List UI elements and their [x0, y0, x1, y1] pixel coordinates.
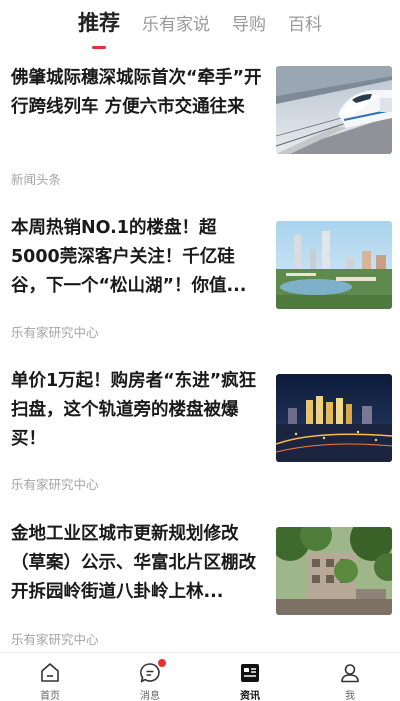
high-speed-train-photo	[276, 66, 392, 154]
message-icon	[138, 659, 166, 685]
article-card[interactable]: 本周热销NO.1的楼盘！超5000莞深客户关注！千亿硅谷，下一个“松山湖”！你值…	[0, 206, 400, 356]
nav-messages-label: 消息	[140, 691, 160, 701]
profile-icon	[338, 661, 362, 685]
nav-profile-label: 我	[345, 691, 355, 701]
nav-news[interactable]: 资讯	[200, 653, 300, 701]
old-building-trees-photo	[276, 527, 392, 615]
night-city-skyline-photo	[276, 374, 392, 462]
bottom-navigation: 首页 消息 资讯 我	[0, 652, 400, 701]
unread-badge	[158, 659, 166, 667]
news-icon	[238, 661, 262, 685]
article-source: 乐有家研究中心	[11, 632, 99, 647]
article-card[interactable]: 金地工业区城市更新规划修改（草案）公示、华富北片区棚改开拆园岭街道八卦岭上林..…	[0, 512, 400, 650]
tab-leyoujia-says[interactable]: 乐有家说	[142, 10, 210, 35]
tab-shopping-guide-label: 导购	[232, 15, 266, 35]
home-icon	[38, 661, 62, 685]
tab-encyclopedia-label: 百科	[288, 15, 322, 35]
nav-messages[interactable]: 消息	[100, 653, 200, 701]
nav-news-label: 资讯	[240, 691, 260, 701]
article-source: 新闻头条	[11, 172, 62, 187]
nav-home-label: 首页	[40, 691, 60, 701]
tab-encyclopedia[interactable]: 百科	[288, 10, 322, 35]
article-title: 佛肇城际穗深城际首次“牵手”开行跨线列车 方便六市交通往来	[11, 68, 262, 117]
nav-profile[interactable]: 我	[300, 653, 400, 701]
active-tab-indicator	[92, 46, 106, 49]
top-tab-bar: 推荐 乐有家说 导购 百科	[0, 0, 400, 52]
article-card[interactable]: 单价1万起！购房者“东进”疯狂扫盘，这个轨道旁的楼盘被爆买！ 乐有家研究中心	[0, 359, 400, 509]
article-title: 单价1万起！购房者“东进”疯狂扫盘，这个轨道旁的楼盘被爆买！	[11, 371, 257, 449]
tab-shopping-guide[interactable]: 导购	[232, 10, 266, 35]
nav-home[interactable]: 首页	[0, 653, 100, 701]
article-source: 乐有家研究中心	[11, 477, 99, 492]
article-title: 本周热销NO.1的楼盘！超5000莞深客户关注！千亿硅谷，下一个“松山湖”！你值…	[11, 218, 247, 296]
article-card[interactable]: 佛肇城际穗深城际首次“牵手”开行跨线列车 方便六市交通往来 新闻头条	[0, 56, 400, 206]
city-skyline-aerial-photo	[276, 221, 392, 309]
news-feed: 佛肇城际穗深城际首次“牵手”开行跨线列车 方便六市交通往来 新闻头条 本周热销N…	[0, 56, 400, 650]
article-source: 乐有家研究中心	[11, 325, 99, 340]
article-title: 金地工业区城市更新规划修改（草案）公示、华富北片区棚改开拆园岭街道八卦岭上林..…	[11, 524, 256, 602]
tab-leyoujia-says-label: 乐有家说	[142, 15, 210, 35]
tab-recommend[interactable]: 推荐	[78, 7, 120, 49]
tab-recommend-label: 推荐	[78, 11, 120, 35]
